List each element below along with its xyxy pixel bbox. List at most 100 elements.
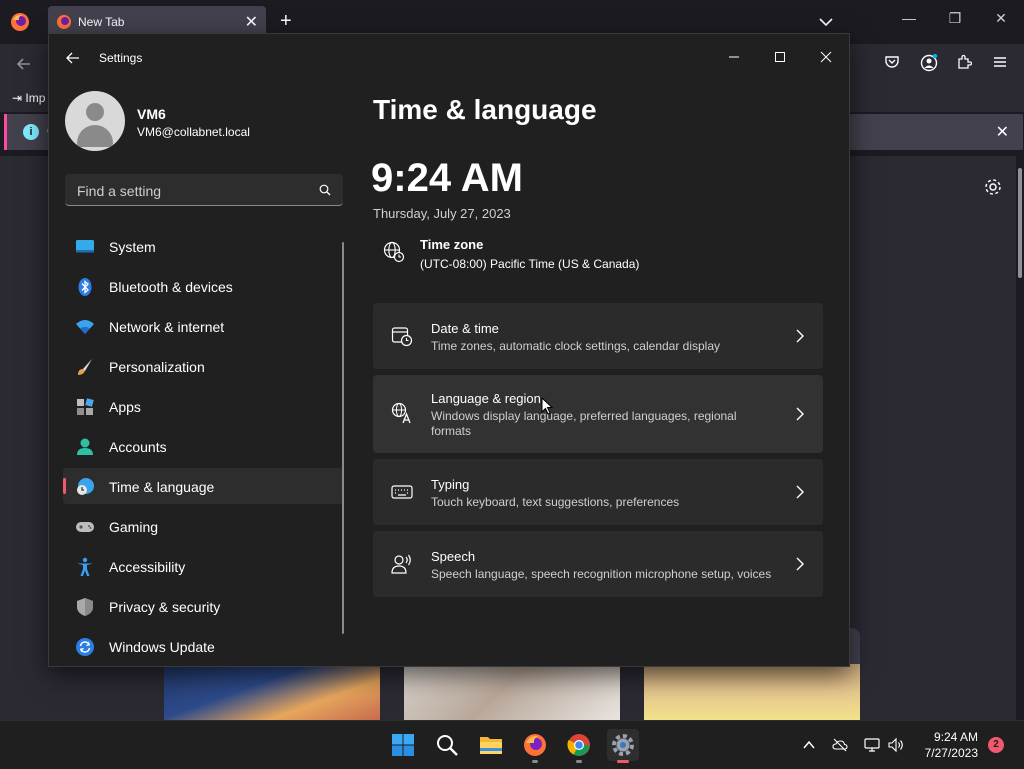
nav-item-privacy[interactable]: Privacy & security	[63, 588, 343, 624]
mouse-pointer-icon	[541, 397, 553, 415]
keyboard-icon	[391, 485, 413, 499]
nav-item-label: Bluetooth & devices	[109, 279, 233, 295]
card-subtitle: Windows display language, preferred lang…	[431, 409, 737, 438]
date-time-card[interactable]: Date & time Time zones, automatic clock …	[373, 303, 823, 369]
tab-title: New Tab	[78, 15, 125, 29]
typing-card[interactable]: Typing Touch keyboard, text suggestions,…	[373, 459, 823, 525]
close-button[interactable]	[803, 42, 849, 72]
maximize-icon	[775, 52, 785, 62]
show-hidden-icons-icon[interactable]	[801, 737, 817, 753]
chevron-right-icon	[796, 407, 804, 421]
firefox-taskbar-button[interactable]	[519, 729, 551, 763]
story-tile-image-3[interactable]	[644, 664, 860, 720]
language-region-card[interactable]: Language & region Windows display langua…	[373, 375, 823, 453]
network-icon[interactable]	[864, 737, 880, 753]
file-explorer-icon	[480, 737, 502, 754]
card-subtitle: Time zones, automatic clock settings, ca…	[431, 339, 721, 353]
nav-item-accessibility[interactable]: Accessibility	[63, 548, 343, 584]
volume-icon[interactable]	[888, 737, 904, 753]
nav-scrollbar[interactable]	[342, 242, 344, 634]
nav-item-label: Privacy & security	[109, 599, 221, 615]
maximize-button[interactable]	[757, 42, 803, 72]
firefox-logo-icon[interactable]	[10, 12, 30, 32]
running-indicator	[576, 760, 582, 763]
settings-window: Settings VM6 VM6@collabnet.local System …	[48, 33, 850, 667]
system-icon	[76, 240, 94, 253]
nav-item-time-language[interactable]: Time & language	[63, 468, 343, 504]
time-zone-title: Time zone	[420, 237, 484, 252]
notification-close-icon[interactable]: ✕	[996, 122, 1009, 142]
speech-icon	[391, 554, 411, 574]
story-tile-image-1[interactable]	[164, 664, 380, 720]
minimize-icon	[729, 56, 739, 58]
nav-item-apps[interactable]: Apps	[63, 388, 343, 424]
import-bookmarks-button[interactable]: ⇥ Imp	[12, 91, 45, 105]
window-title: Settings	[99, 51, 143, 65]
new-tab-button[interactable]: +	[280, 10, 292, 33]
browser-scrollbar[interactable]	[1016, 156, 1024, 720]
chevron-right-icon	[796, 329, 804, 343]
card-title: Language & region	[431, 391, 541, 406]
chevron-right-icon	[796, 485, 804, 499]
nav-item-bluetooth[interactable]: Bluetooth & devices	[63, 268, 343, 304]
chevron-right-icon	[796, 557, 804, 571]
notification-badge[interactable]: 2	[988, 737, 1004, 753]
onedrive-icon[interactable]	[832, 737, 848, 753]
apps-icon	[77, 398, 94, 415]
import-icon: ⇥	[12, 91, 23, 105]
pocket-icon[interactable]	[884, 54, 900, 70]
nav-item-windows-update[interactable]: Windows Update	[63, 628, 343, 664]
settings-title-bar: Settings	[49, 34, 849, 80]
browser-restore-icon[interactable]: ❐	[940, 10, 970, 27]
file-explorer-button[interactable]	[475, 729, 507, 761]
tab-close-icon[interactable]: ✕	[245, 12, 258, 32]
speech-card[interactable]: Speech Speech language, speech recogniti…	[373, 531, 823, 597]
account-icon[interactable]	[920, 54, 938, 72]
settings-taskbar-button[interactable]	[607, 729, 639, 763]
settings-nav: System Bluetooth & devices Network & int…	[63, 228, 343, 666]
user-avatar[interactable]	[65, 91, 125, 151]
newtab-settings-gear-icon[interactable]	[984, 178, 1002, 196]
taskbar-clock-time[interactable]: 9:24 AM	[916, 730, 978, 744]
menu-icon[interactable]	[992, 54, 1008, 70]
accounts-icon	[77, 438, 93, 455]
language-icon	[391, 402, 411, 424]
nav-item-label: System	[109, 239, 156, 255]
list-all-tabs-icon[interactable]	[816, 12, 836, 32]
search-icon[interactable]	[319, 184, 331, 196]
back-arrow-icon[interactable]	[65, 50, 81, 66]
nav-item-accounts[interactable]: Accounts	[63, 428, 343, 464]
avatar-head	[86, 103, 104, 121]
scrollbar-thumb[interactable]	[1018, 168, 1022, 278]
minimize-button[interactable]	[711, 42, 757, 72]
card-title: Date & time	[431, 321, 499, 336]
search-input[interactable]	[75, 180, 309, 202]
selection-indicator	[63, 478, 66, 494]
nav-item-gaming[interactable]: Gaming	[63, 508, 343, 544]
globe-clock-icon	[383, 241, 405, 263]
time-language-icon	[77, 478, 94, 495]
current-date: Thursday, July 27, 2023	[373, 206, 511, 221]
firefox-favicon-icon	[57, 15, 71, 29]
start-button[interactable]	[387, 729, 419, 761]
story-tile-image-2[interactable]	[404, 664, 620, 720]
user-name: VM6	[137, 106, 166, 122]
taskbar-clock-date[interactable]: 7/27/2023	[916, 746, 978, 760]
search-icon	[437, 735, 458, 756]
gamepad-icon	[76, 522, 94, 532]
taskbar-search-button[interactable]	[431, 729, 463, 761]
nav-item-system[interactable]: System	[63, 228, 343, 264]
browser-minimize-icon[interactable]: —	[894, 10, 924, 26]
active-indicator	[617, 760, 629, 763]
nav-item-personalization[interactable]: Personalization	[63, 348, 343, 384]
settings-icon	[612, 734, 634, 756]
extensions-icon[interactable]	[956, 54, 972, 70]
browser-back-icon[interactable]	[14, 54, 34, 74]
browser-close-icon[interactable]: ✕	[986, 10, 1016, 27]
running-indicator	[532, 760, 538, 763]
search-box[interactable]	[65, 174, 343, 206]
nav-item-network[interactable]: Network & internet	[63, 308, 343, 344]
chrome-taskbar-button[interactable]	[563, 729, 595, 763]
accessibility-icon	[77, 557, 93, 576]
page-title: Time & language	[373, 94, 597, 125]
